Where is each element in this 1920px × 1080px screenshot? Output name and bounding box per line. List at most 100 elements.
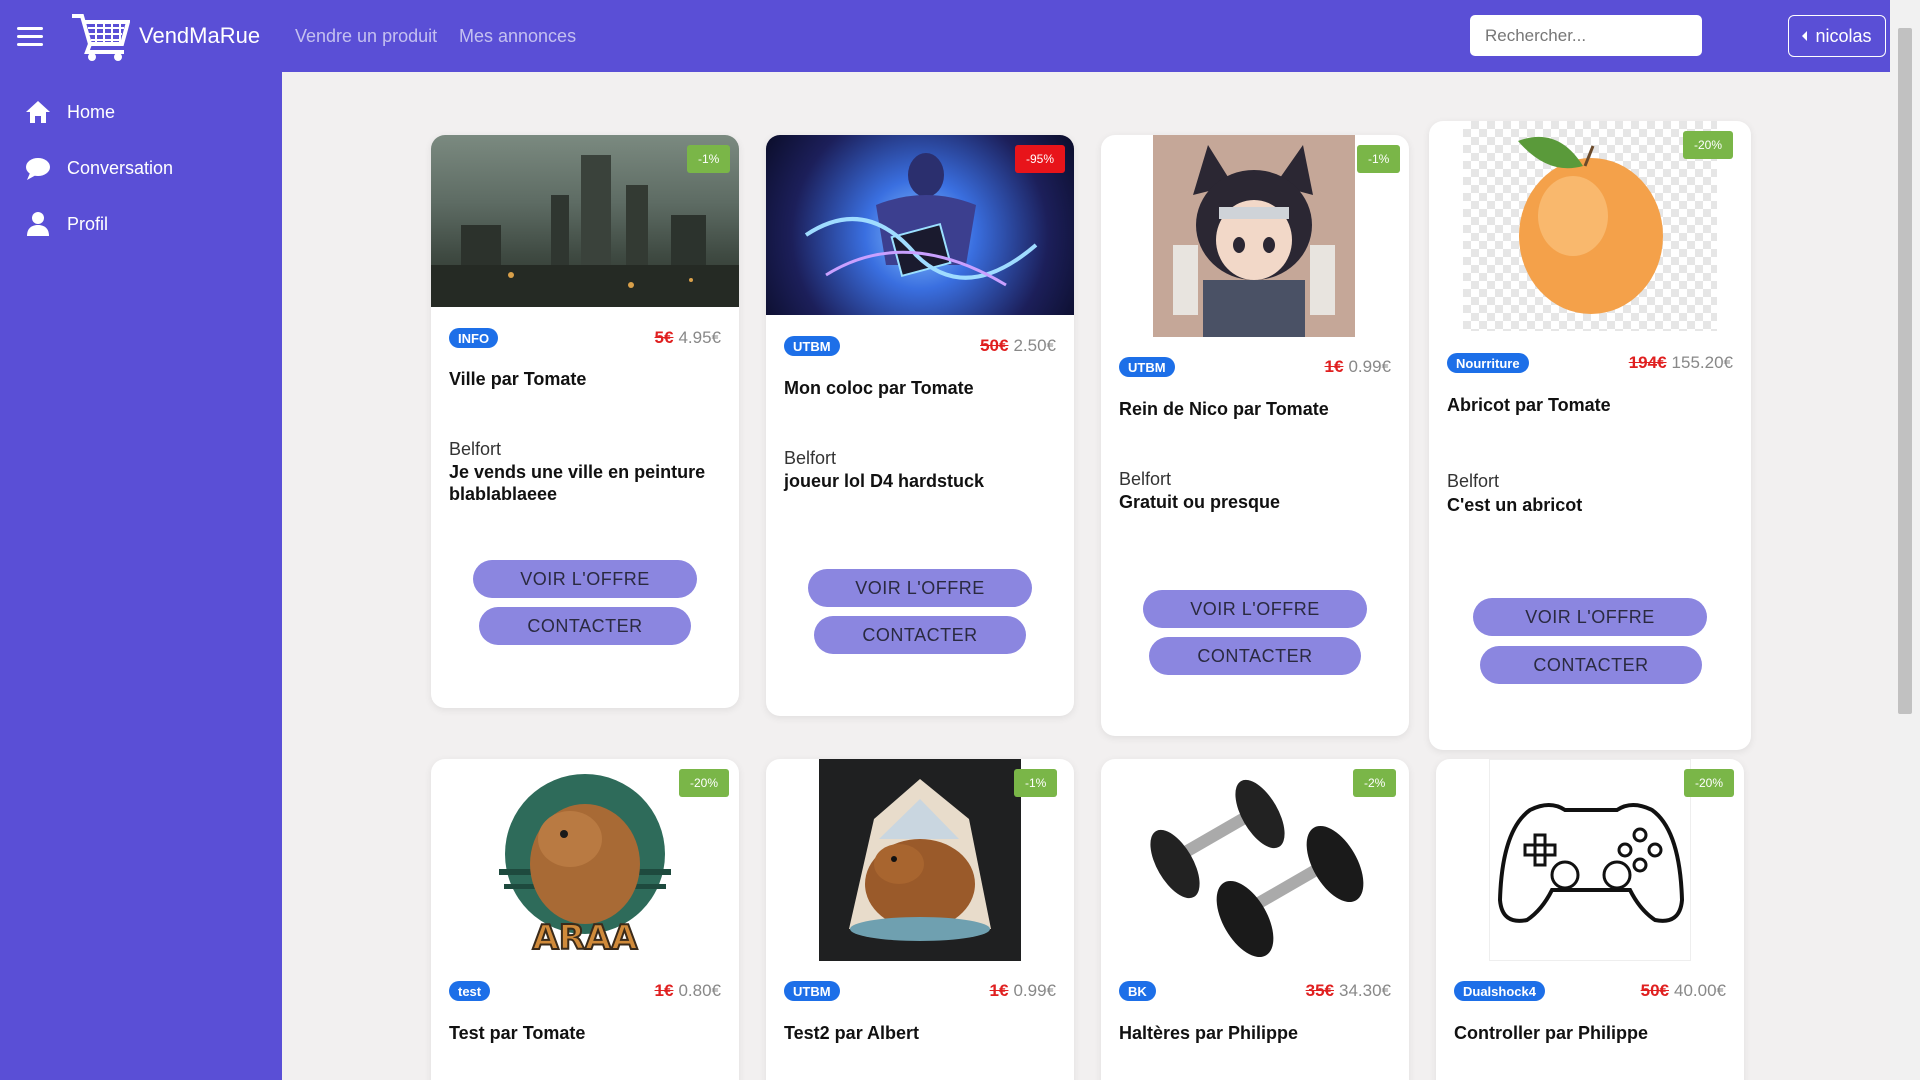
anime-character-image <box>1153 135 1355 337</box>
top-navbar: VendMaRue Vendre un produit Mes annonces… <box>0 0 1890 72</box>
product-city: Belfort <box>784 448 837 468</box>
product-title: Controller par Philippe <box>1454 1023 1649 1043</box>
gamepad-image <box>1497 803 1685 923</box>
price: 1€ 0.80€ <box>655 981 721 1001</box>
capybara-logo-image: ARAA <box>499 774 671 959</box>
old-price: 194€ <box>1628 353 1667 372</box>
product-card: -1% UTBM 1€ 0.99€ Rein de Nico par Tomate… <box>1101 135 1409 736</box>
sidebar-item-label: Conversation <box>67 157 174 178</box>
product-city: Belfort <box>1119 469 1172 489</box>
category-badge: Nourriture <box>1447 353 1529 373</box>
old-price: 35€ <box>1305 981 1334 1000</box>
home-icon <box>26 101 50 123</box>
old-price: 50€ <box>1640 981 1669 1000</box>
product-description: C'est un abricot <box>1447 495 1583 515</box>
product-image[interactable] <box>1489 759 1691 961</box>
price: 1€ 0.99€ <box>1325 357 1391 377</box>
old-price: 1€ <box>1324 357 1344 376</box>
search-input[interactable] <box>1470 15 1702 56</box>
category-badge: UTBM <box>784 336 840 356</box>
dumbbells-image <box>1150 779 1364 957</box>
old-price: 1€ <box>654 981 674 1000</box>
discount-badge: -1% <box>1357 145 1401 173</box>
old-price: 5€ <box>654 328 674 347</box>
view-offer-button[interactable]: VOIR L'OFFRE <box>473 560 697 598</box>
product-card: -1% UTBM 1€ 0.99€ Test2 par Albert <box>766 759 1074 1080</box>
new-price: 34.30€ <box>1339 981 1391 1000</box>
user-menu-button[interactable]: nicolas <box>1788 15 1886 57</box>
product-card: -20% Dualshock4 50€ 40.00€ Controller par… <box>1436 759 1744 1080</box>
new-price: 0.80€ <box>678 981 721 1000</box>
sidebar-item-label: Home <box>67 101 116 122</box>
apricot-image <box>1518 136 1663 314</box>
product-title: Test2 par Albert <box>784 1023 920 1043</box>
product-title: Mon coloc par Tomate <box>784 378 974 398</box>
view-offer-button[interactable]: VOIR L'OFFRE <box>1143 590 1367 628</box>
discount-badge: -1% <box>1014 769 1058 797</box>
product-description: Gratuit ou presque <box>1119 492 1281 512</box>
contact-button[interactable]: CONTACTER <box>1480 646 1702 684</box>
nav-sell-product[interactable]: Vendre un produit <box>295 26 437 47</box>
product-image[interactable] <box>819 759 1021 961</box>
product-title: Test par Tomate <box>449 1023 586 1043</box>
product-image[interactable]: ARAA <box>484 759 686 961</box>
category-badge: Dualshock4 <box>1454 981 1545 1001</box>
scrollbar-thumb[interactable] <box>1898 28 1912 714</box>
sidebar-item-home[interactable]: Home <box>24 97 115 127</box>
new-price: 4.95€ <box>678 328 721 347</box>
product-title: Rein de Nico par Tomate <box>1119 399 1329 419</box>
sidebar: Home Conversation Profil <box>0 72 282 1080</box>
product-description: joueur lol D4 hardstuck <box>784 471 985 491</box>
product-card: -1% INFO 5€ 4.95€ Ville par Tomate Belfor… <box>431 135 739 708</box>
category-badge: BK <box>1119 981 1156 1001</box>
product-title: Haltères par Philippe <box>1119 1023 1299 1043</box>
product-city: Belfort <box>449 439 502 459</box>
contact-button[interactable]: CONTACTER <box>1149 637 1361 675</box>
user-icon <box>27 212 49 236</box>
nav-my-listings[interactable]: Mes annonces <box>459 26 576 47</box>
product-description: Je vends une ville en peinture blablabla… <box>449 462 706 504</box>
view-offer-button[interactable]: VOIR L'OFFRE <box>808 569 1032 607</box>
caret-left-icon <box>1802 31 1808 41</box>
price: 35€ 34.30€ <box>1306 981 1391 1001</box>
price: 194€ 155.20€ <box>1629 353 1733 373</box>
category-badge: INFO <box>449 328 499 348</box>
brand-name[interactable]: VendMaRue <box>139 23 260 49</box>
category-badge: test <box>449 981 491 1001</box>
cart-logo-icon[interactable] <box>70 10 130 62</box>
discount-badge: -95% <box>1015 145 1066 173</box>
chat-icon <box>26 158 50 180</box>
old-price: 1€ <box>989 981 1009 1000</box>
discount-badge: -20% <box>1683 131 1734 159</box>
discount-badge: -20% <box>1684 769 1735 797</box>
product-image[interactable] <box>1135 759 1375 961</box>
product-grid: -1% INFO 5€ 4.95€ Ville par Tomate Belfor… <box>282 72 1890 1080</box>
view-offer-button[interactable]: VOIR L'OFFRE <box>1473 598 1707 636</box>
sidebar-item-profil[interactable]: Profil <box>24 209 108 239</box>
price: 1€ 0.99€ <box>990 981 1056 1001</box>
araa-logo-text: ARAA <box>532 918 638 958</box>
sidebar-item-conversation[interactable]: Conversation <box>24 153 173 183</box>
price: 50€ 40.00€ <box>1641 981 1726 1001</box>
new-price: 155.20€ <box>1671 353 1733 372</box>
product-card: -2% BK 35€ 34.30€ Haltères par Philippe <box>1101 759 1409 1080</box>
new-price: 40.00€ <box>1674 981 1726 1000</box>
product-title: Ville par Tomate <box>449 369 587 389</box>
discount-badge: -20% <box>679 769 730 797</box>
old-price: 50€ <box>980 336 1009 355</box>
product-card: -95% UTBM 50€ 2.50€ Mon coloc par Tomate … <box>766 135 1074 716</box>
product-image[interactable] <box>1463 121 1717 331</box>
product-card: ARAA -20% test 1€ 0.80€ Test par Tomate <box>431 759 739 1080</box>
new-price: 2.50€ <box>1013 336 1056 355</box>
username: nicolas <box>1815 25 1872 46</box>
sidebar-item-label: Profil <box>67 213 109 234</box>
scrollbar[interactable] <box>1890 0 1920 1080</box>
new-price: 0.99€ <box>1348 357 1391 376</box>
category-badge: UTBM <box>784 981 840 1001</box>
product-image[interactable] <box>1153 135 1355 337</box>
new-price: 0.99€ <box>1013 981 1056 1000</box>
contact-button[interactable]: CONTACTER <box>814 616 1026 654</box>
contact-button[interactable]: CONTACTER <box>479 607 691 645</box>
capybara-dark-image <box>849 779 991 941</box>
menu-icon[interactable] <box>17 27 43 47</box>
